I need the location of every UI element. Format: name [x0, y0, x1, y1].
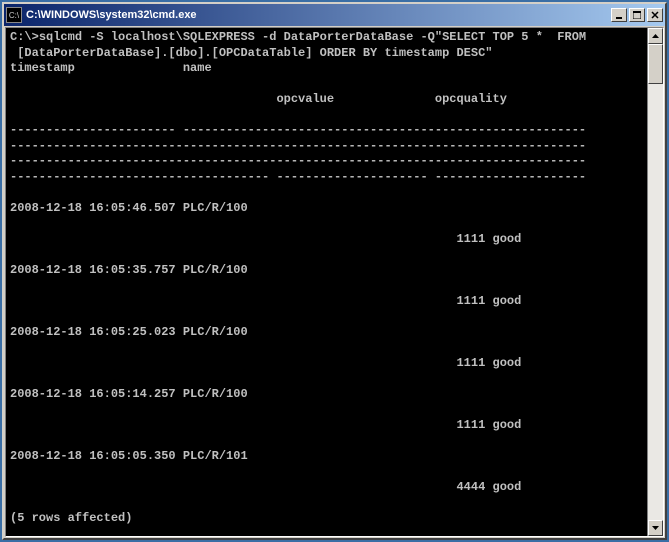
vertical-scrollbar[interactable] [647, 28, 663, 536]
opcvalue: 4444 [456, 480, 485, 494]
titlebar[interactable]: C:\ C:\WINDOWS\system32\cmd.exe [4, 4, 665, 26]
table-row: 2008-12-18 16:05:46.507 PLC/R/100 [10, 201, 248, 215]
cmd-window: C:\ C:\WINDOWS\system32\cmd.exe C:\>sqlc… [2, 2, 667, 540]
table-row: 2008-12-18 16:05:14.257 PLC/R/100 [10, 387, 248, 401]
hdr-name: name [183, 61, 212, 75]
hdr-opcquality: opcquality [435, 92, 507, 106]
client-area: C:\>sqlcmd -S localhost\SQLEXPRESS -d Da… [5, 27, 664, 537]
opcvalue: 1111 [456, 232, 485, 246]
sep4: ------------------------------------ ---… [10, 170, 586, 184]
prompt: C:\> [10, 30, 39, 44]
sep1: ----------------------- ----------------… [10, 123, 586, 137]
terminal-output[interactable]: C:\>sqlcmd -S localhost\SQLEXPRESS -d Da… [6, 28, 647, 536]
window-buttons [611, 8, 663, 22]
table-row: 2008-12-18 16:05:25.023 PLC/R/100 [10, 325, 248, 339]
opcquality: good [493, 356, 522, 370]
app-icon: C:\ [6, 7, 22, 23]
chevron-up-icon [652, 34, 659, 38]
cmd-line1: sqlcmd -S localhost\SQLEXPRESS -d DataPo… [39, 30, 586, 44]
maximize-button[interactable] [629, 8, 645, 22]
opcvalue: 1111 [456, 356, 485, 370]
scroll-track[interactable] [648, 44, 663, 520]
opcvalue: 1111 [456, 418, 485, 432]
maximize-icon [633, 11, 641, 19]
hdr-timestamp: timestamp [10, 61, 75, 75]
minimize-icon [615, 11, 623, 19]
opcquality: good [493, 232, 522, 246]
table-row: 2008-12-18 16:05:05.350 PLC/R/101 [10, 449, 248, 463]
sep2: ----------------------------------------… [10, 139, 586, 153]
scroll-down-button[interactable] [648, 520, 663, 536]
minimize-button[interactable] [611, 8, 627, 22]
rows-affected: (5 rows affected) [10, 511, 132, 525]
cmd-line2: [DataPorterDataBase].[dbo].[OPCDataTable… [10, 46, 492, 60]
table-row: 2008-12-18 16:05:35.757 PLC/R/100 [10, 263, 248, 277]
opcvalue: 1111 [456, 294, 485, 308]
window-title: C:\WINDOWS\system32\cmd.exe [26, 9, 611, 21]
opcquality: good [493, 480, 522, 494]
scroll-up-button[interactable] [648, 28, 663, 44]
chevron-down-icon [652, 526, 659, 530]
scroll-thumb[interactable] [648, 44, 663, 84]
sep3: ----------------------------------------… [10, 154, 586, 168]
close-button[interactable] [647, 8, 663, 22]
hdr-opcvalue: opcvalue [276, 92, 334, 106]
opcquality: good [493, 418, 522, 432]
opcquality: good [493, 294, 522, 308]
close-icon [651, 11, 659, 19]
